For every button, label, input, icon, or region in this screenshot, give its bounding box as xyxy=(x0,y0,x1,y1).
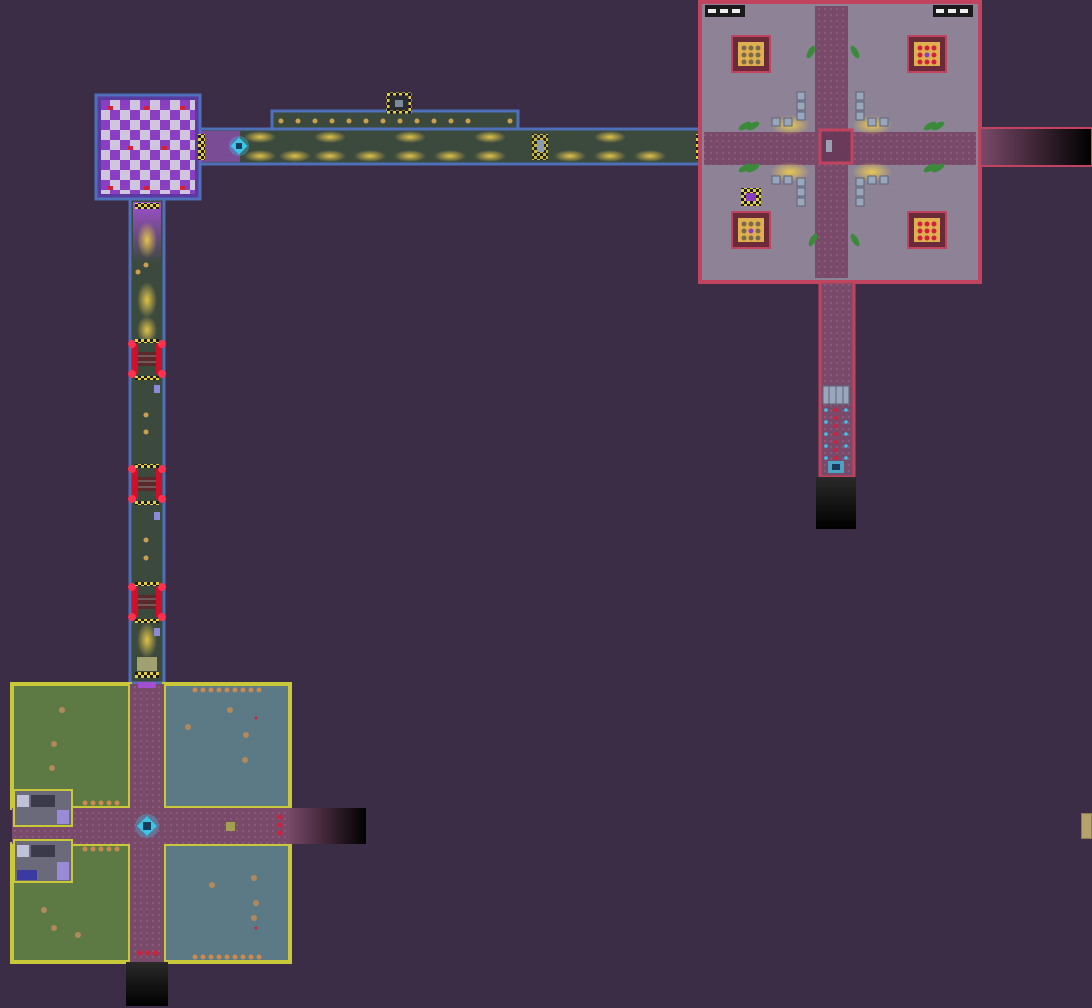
checker-room xyxy=(94,93,202,201)
crate-icon[interactable] xyxy=(907,211,947,249)
crate-icon[interactable] xyxy=(731,35,771,73)
terminal-icon[interactable] xyxy=(741,188,761,206)
crate-icon[interactable] xyxy=(731,211,771,249)
side-panel-tab[interactable] xyxy=(1081,813,1092,839)
south-corridor xyxy=(816,280,856,529)
east-exit xyxy=(979,127,1092,167)
teleporter-icon[interactable] xyxy=(135,814,159,838)
north-corridor xyxy=(198,92,704,166)
crate-icon[interactable] xyxy=(907,35,947,73)
station-map xyxy=(10,0,1092,1006)
teleporter-icon[interactable] xyxy=(229,136,249,156)
